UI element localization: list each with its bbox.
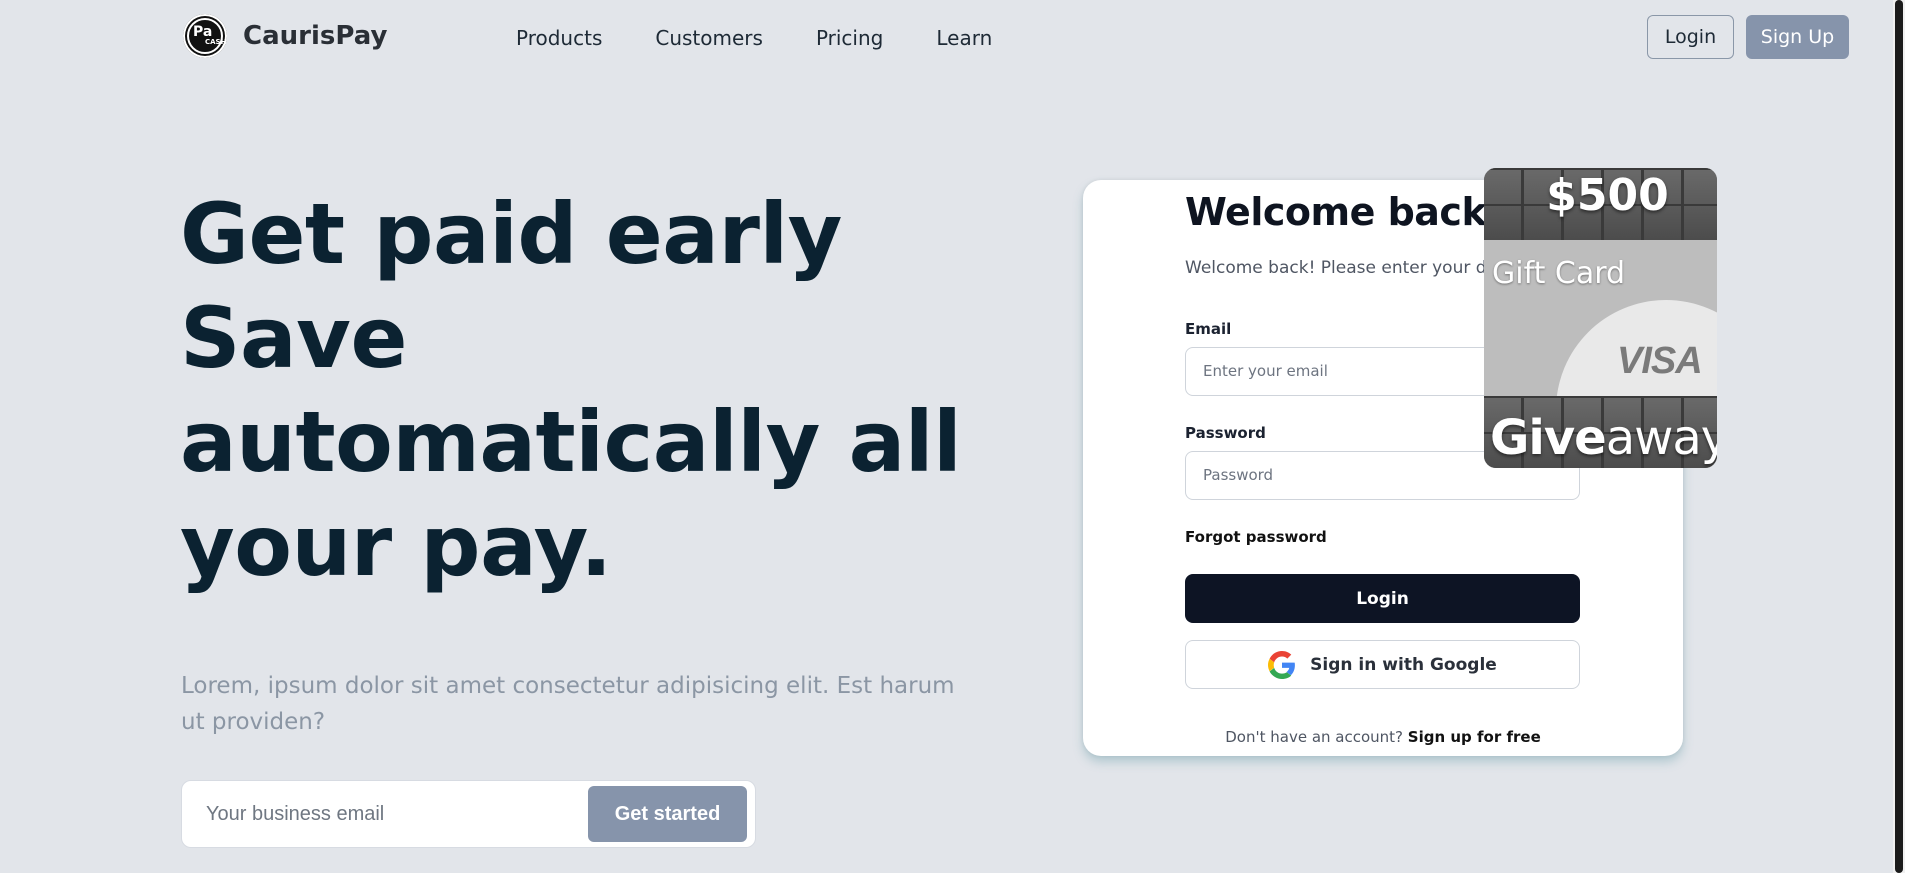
hero-title: Get paid early Save automatically all yo… xyxy=(180,182,980,598)
business-email-input[interactable]: Your business email xyxy=(206,803,384,826)
logo-icon: Pa CASH xyxy=(183,14,227,58)
visa-logo: VISA xyxy=(1617,340,1703,382)
email-label: Email xyxy=(1185,320,1232,338)
password-placeholder: Password xyxy=(1203,466,1274,484)
login-button[interactable]: Login xyxy=(1185,574,1580,623)
google-signin-button[interactable]: Sign in with Google xyxy=(1185,640,1580,689)
hero-title-line: automatically all xyxy=(180,393,962,491)
hero-title-line: Get paid early xyxy=(180,185,842,283)
brand-logo[interactable]: Pa CASH CaurisPay xyxy=(183,14,387,58)
nav-login-button[interactable]: Login xyxy=(1647,15,1734,59)
scrollbar-thumb[interactable] xyxy=(1895,0,1903,873)
email-placeholder: Enter your email xyxy=(1203,362,1328,380)
get-started-button[interactable]: Get started xyxy=(588,786,747,842)
login-title: Welcome back xyxy=(1185,190,1487,234)
brand-name: CaurisPay xyxy=(243,21,388,51)
email-signup-form: Your business email Get started xyxy=(181,780,756,848)
signup-free-link[interactable]: Sign up for free xyxy=(1408,728,1541,746)
forgot-password-link[interactable]: Forgot password xyxy=(1185,528,1327,546)
top-nav: Pa CASH CaurisPay Products Customers Pri… xyxy=(0,0,1905,76)
gift-card-giveaway-ad[interactable]: VISA $500 Gift Card Giveaway xyxy=(1484,168,1717,468)
nav-link-learn[interactable]: Learn xyxy=(936,26,992,50)
nav-link-customers[interactable]: Customers xyxy=(655,26,763,50)
nav-link-pricing[interactable]: Pricing xyxy=(816,26,883,50)
scrollbar[interactable] xyxy=(1893,0,1905,873)
gift-card-label: Gift Card xyxy=(1492,256,1626,291)
signup-prompt-text: Don't have an account? xyxy=(1225,728,1404,746)
google-button-label: Sign in with Google xyxy=(1310,654,1497,675)
signup-prompt: Don't have an account? Sign up for free xyxy=(1083,728,1683,746)
nav-signup-button[interactable]: Sign Up xyxy=(1746,15,1849,59)
giveaway-label: Giveaway xyxy=(1490,410,1717,466)
password-label: Password xyxy=(1185,424,1266,442)
hero-subtitle: Lorem, ipsum dolor sit amet consectetur … xyxy=(181,673,955,735)
hero-title-line: Save xyxy=(180,289,407,387)
nav-link-products[interactable]: Products xyxy=(516,26,602,50)
gift-amount: $500 xyxy=(1546,170,1669,221)
hero-title-line: your pay. xyxy=(180,497,612,595)
nav-links: Products Customers Pricing Learn xyxy=(516,26,1045,50)
google-icon xyxy=(1268,650,1296,679)
